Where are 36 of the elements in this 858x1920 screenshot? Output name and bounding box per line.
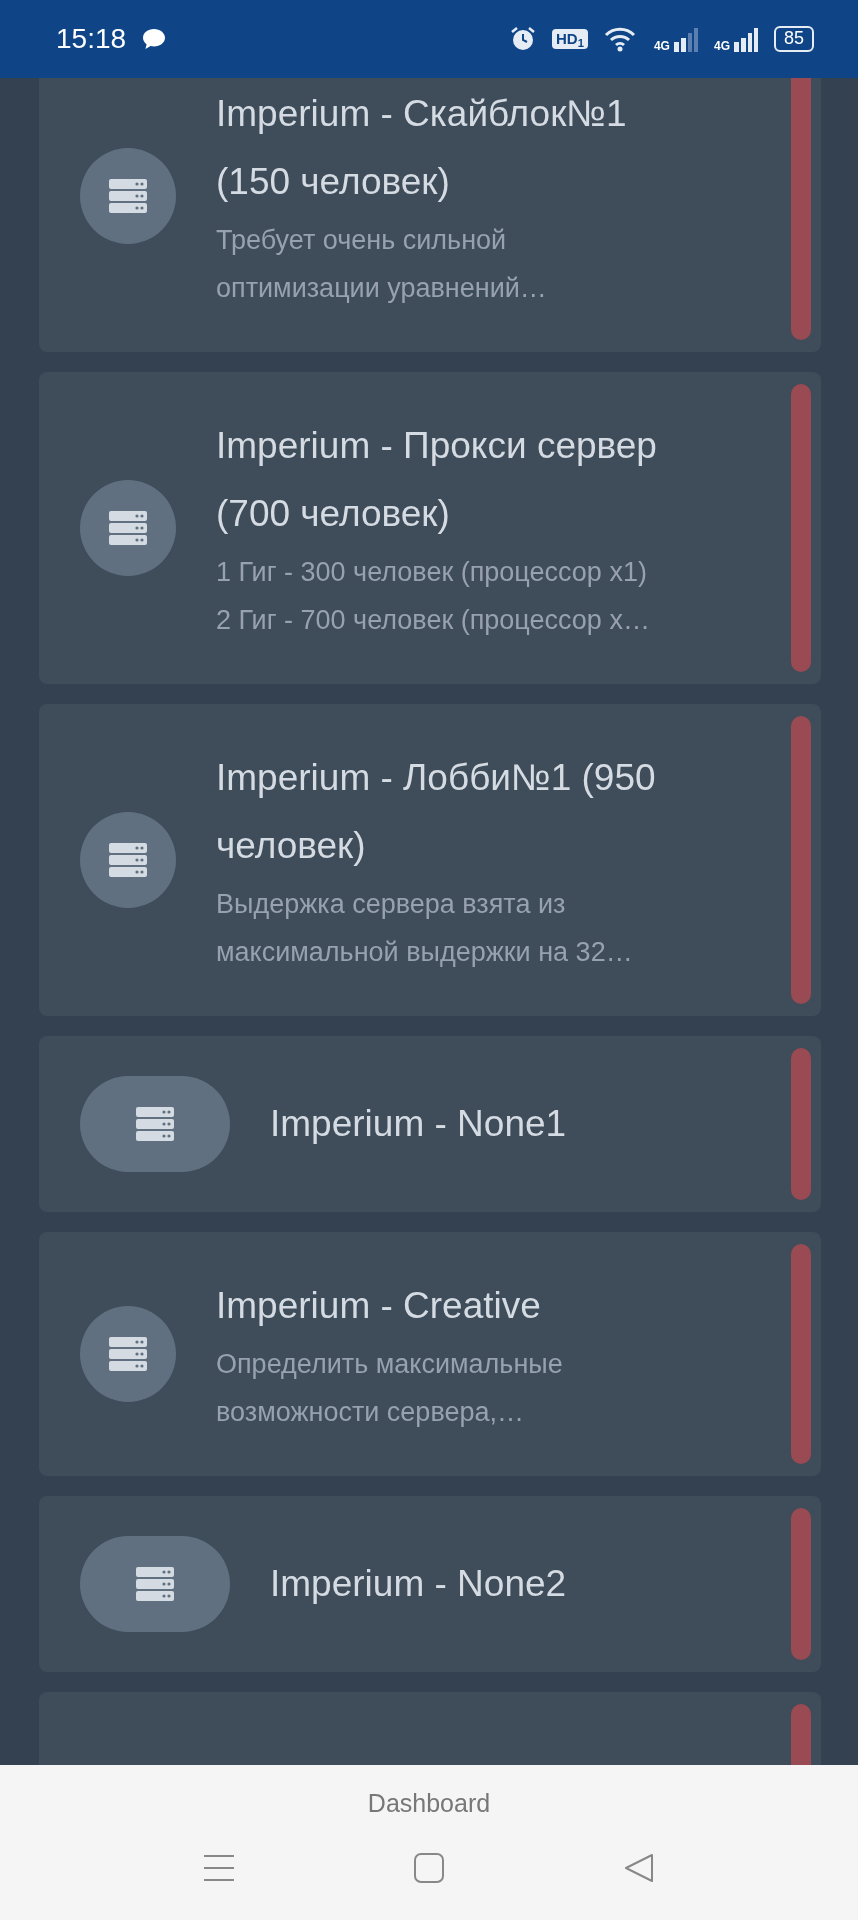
network-label: 4G (653, 40, 670, 52)
hd-badge: HD$_{1}$ (552, 29, 588, 49)
back-icon[interactable] (624, 1852, 654, 1883)
server-title: Imperium - Creative (216, 1284, 542, 1328)
server-icon (109, 511, 147, 545)
server-card[interactable]: Imperium - None2 (39, 1496, 821, 1672)
server-title: Imperium - Лобби№1 (950 человек) (216, 756, 656, 868)
battery-level: 85 (773, 26, 814, 52)
dashboard-label[interactable]: Dashboard (367, 1765, 491, 1823)
wifi-icon (603, 26, 638, 52)
alarm-clock-icon (510, 26, 536, 52)
server-icon (136, 1107, 174, 1141)
server-title: Imperium - Прокси сервер (700 человек) (216, 424, 657, 536)
server-card[interactable]: Imperium - Прокси сервер (700 человек) 1 Гиг - 300 человек (процессор x1) 2 Гиг - 700 человек (процессор x… (39, 372, 821, 684)
server-card[interactable]: Imperium - Скайблок№1 (150 человек) Требует очень сильной оптимизации уравнений… (39, 78, 821, 352)
signal-icon (733, 26, 758, 52)
server-card[interactable]: Imperium - Creative Определить максимальные возможности сервера,… (39, 1232, 821, 1476)
server-icon (109, 843, 147, 877)
server-icon (136, 1567, 174, 1601)
home-square-icon[interactable] (414, 1852, 444, 1883)
server-description: Определить максимальные возможности сервера,… (216, 1348, 563, 1429)
server-title: Imperium - None1 (270, 1102, 567, 1146)
server-icon (109, 179, 147, 213)
server-title: Imperium - Скайблок№1 (150 человек) (216, 92, 627, 204)
signal-icon (673, 26, 698, 52)
chat-bubble-icon (142, 28, 167, 50)
server-description: 1 Гиг - 300 человек (процессор x1) 2 Гиг - 700 человек (процессор x… (216, 556, 651, 637)
menu-icon[interactable] (204, 1852, 234, 1883)
clock-time: 15:18 (56, 22, 127, 56)
server-title: Imperium - None2 (270, 1562, 567, 1606)
network-label: 4G (713, 40, 730, 52)
server-card[interactable]: Imperium - None1 (39, 1036, 821, 1212)
server-card[interactable]: Imperium - Лобби№1 (950 человек) Выдержка сервера взята из максимальной выдержки на 32… (39, 704, 821, 1016)
server-description: Требует очень сильной оптимизации уравнений… (216, 224, 548, 305)
server-icon (109, 1337, 147, 1371)
server-description: Выдержка сервера взята из максимальной выдержки на 32… (216, 888, 634, 969)
